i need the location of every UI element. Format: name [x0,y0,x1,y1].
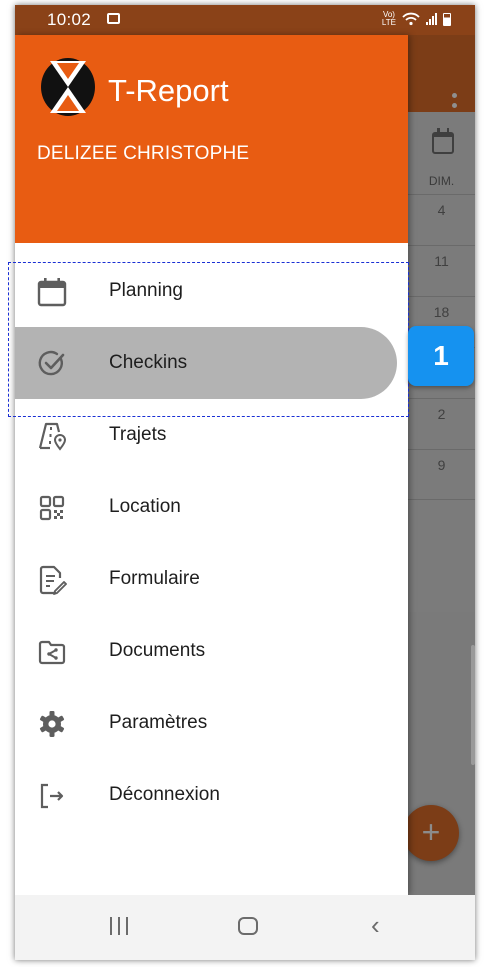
home-button[interactable] [238,917,258,935]
calendar-date: 2 [408,398,475,449]
day-label: DIM. [428,174,455,188]
status-bar: 10:02 Vo) LTE [15,5,475,35]
back-button[interactable]: ‹ [371,912,380,938]
system-navigation-bar: ‹ [15,895,475,960]
user-name: DELIZEE CHRISTOPHE [37,143,250,164]
add-fab-button: + [403,805,459,861]
menu-item-documents[interactable]: Documents [15,615,408,687]
menu-label: Formulaire [109,568,200,589]
menu-item-location[interactable]: Location [15,471,408,543]
menu-item-formulaire[interactable]: Formulaire [15,543,408,615]
menu-label: Documents [109,640,206,661]
status-time: 10:02 [47,10,92,29]
signal-icon [426,13,437,25]
logout-icon [37,781,67,811]
menu-label: Déconnexion [109,784,220,805]
menu-item-deconnexion[interactable]: Déconnexion [15,759,408,831]
battery-icon [443,12,451,26]
menu-label: Trajets [109,424,167,445]
notification-icon [107,13,120,24]
gear-icon [37,709,67,739]
route-pin-icon [37,421,67,451]
app-logo-icon [41,58,95,116]
navigation-drawer: T-Report DELIZEE CHRISTOPHE Planning Che… [15,35,408,895]
calendar-icon [432,128,454,154]
form-edit-icon [37,565,67,595]
calendar-date: 9 [408,449,475,500]
wifi-icon [402,12,420,26]
calendar-date: 11 [408,245,475,296]
scrollbar [471,645,475,765]
shared-folder-icon [37,637,67,667]
qr-code-icon [37,493,67,523]
menu-label: Location [109,496,181,517]
phone-screen: DIM. 4 11 18 25 2 9 + 10:02 Vo)LTE [15,5,475,960]
recent-apps-button[interactable] [110,917,128,935]
menu-item-parametres[interactable]: Paramètres [15,687,408,759]
menu-label: Paramètres [109,712,208,733]
highlight-box [8,262,409,417]
callout-badge: 1 [408,326,474,386]
drawer-header: T-Report DELIZEE CHRISTOPHE [15,35,408,243]
calendar-date: 4 [408,194,475,245]
app-title: T-Report [108,73,229,108]
volte-icon: Vo) LTE [381,10,396,27]
